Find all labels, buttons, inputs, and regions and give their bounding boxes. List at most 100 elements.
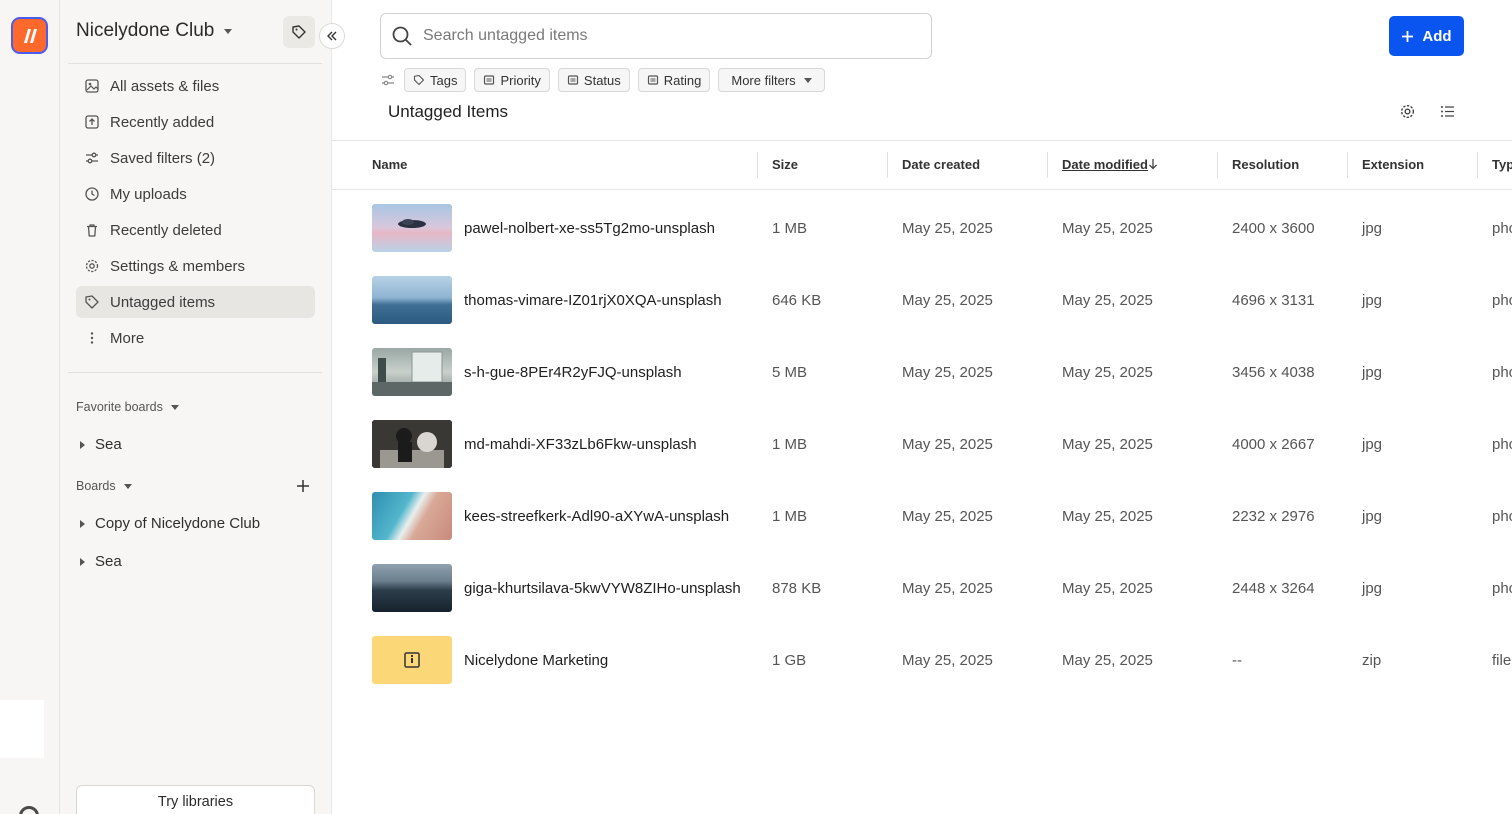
boards-header[interactable]: Boards [76,479,132,493]
sidebar-item-recently-deleted[interactable]: Recently deleted [76,214,315,246]
column-header-extension[interactable]: Extension [1362,157,1424,172]
table-row[interactable]: pawel-nolbert-xe-ss5Tg2mo-unsplash 1 MB … [332,192,1512,264]
clock-icon [85,187,99,201]
column-header-type[interactable]: Typ [1492,157,1512,172]
file-name[interactable]: pawel-nolbert-xe-ss5Tg2mo-unsplash [464,220,715,237]
sort-down-icon[interactable] [1148,158,1158,170]
sidebar-item-my-uploads[interactable]: My uploads [76,178,315,210]
file-name[interactable]: kees-streefkerk-Adl90-aXYwA-unsplash [464,508,729,525]
chevron-down-icon [224,28,233,34]
thumbnail-image[interactable] [372,492,452,540]
favorite-board-sea[interactable]: Sea [80,436,122,453]
file-size: 878 KB [772,580,822,597]
thumbnail-image[interactable] [372,348,452,396]
extension: jpg [1362,292,1383,309]
table-row[interactable]: s-h-gue-8PEr4R2yFJQ-unsplash 5 MB May 25… [332,336,1512,408]
table-row[interactable]: giga-khurtsilava-5kwVYW8ZIHo-unsplash 87… [332,552,1512,624]
favorite-boards-header[interactable]: Favorite boards [76,400,179,414]
add-button[interactable]: Add [1389,16,1464,56]
tag-button[interactable] [283,16,315,48]
column-separator[interactable] [1047,152,1048,178]
gear-icon[interactable] [1399,103,1416,120]
file-name[interactable]: md-mahdi-XF33zLb6Fkw-unsplash [464,436,697,453]
sidebar-nav: All assets & files Recently added Saved … [76,70,315,358]
help-icon[interactable] [19,806,39,814]
sidebar-item-label: All assets & files [110,77,220,95]
search-bar[interactable] [380,13,932,59]
column-separator[interactable] [757,152,758,178]
sidebar-item-untagged[interactable]: Untagged items [76,286,315,318]
column-separator[interactable] [887,152,888,178]
app-rail [0,0,60,814]
filter-label: Rating [663,72,702,88]
file-size: 1 MB [772,220,808,237]
column-header-size[interactable]: Size [772,157,798,172]
more-filters-button[interactable]: More filters [718,68,825,92]
column-header-date-created[interactable]: Date created [902,157,980,172]
try-libraries-button[interactable]: Try libraries [76,785,315,814]
workspace-switcher[interactable]: Nicelydone Club [76,20,233,42]
extension: zip [1362,652,1382,669]
board-copy-of-nicelydone[interactable]: Copy of Nicelydone Club [80,515,260,532]
file-type: pho [1492,508,1512,525]
date-modified: May 25, 2025 [1062,652,1153,669]
date-created: May 25, 2025 [902,292,993,309]
filter-sliders-icon[interactable] [380,72,396,88]
sidebar-item-settings[interactable]: Settings & members [76,250,315,282]
filter-label: Priority [500,72,541,88]
filter-priority[interactable]: Priority [474,68,550,92]
date-created: May 25, 2025 [902,580,993,597]
expand-arrow-icon[interactable] [80,440,85,449]
board-label: Copy of Nicelydone Club [95,515,261,532]
column-header-name[interactable]: Name [372,157,407,172]
extension: jpg [1362,508,1383,525]
thumbnail-folder[interactable] [372,636,452,684]
images-icon [85,79,99,93]
filter-tags[interactable]: Tags [404,68,467,92]
plus-icon[interactable] [294,477,312,495]
file-size: 5 MB [772,364,808,381]
search-input[interactable] [423,27,903,45]
thumbnail-image[interactable] [372,204,452,252]
sidebar-item-more[interactable]: More [76,322,315,354]
file-type: pho [1492,364,1512,381]
sidebar-item-saved-filters[interactable]: Saved filters (2) [76,142,315,174]
file-name[interactable]: giga-khurtsilava-5kwVYW8ZIHo-unsplash [464,580,741,597]
logo-mark-icon [23,28,37,43]
trash-icon [87,224,97,237]
table-row[interactable]: md-mahdi-XF33zLb6Fkw-unsplash 1 MB May 2… [332,408,1512,480]
app-logo[interactable] [11,17,48,54]
table-row[interactable]: kees-streefkerk-Adl90-aXYwA-unsplash 1 M… [332,480,1512,552]
file-name[interactable]: thomas-vimare-IZ01rjX0XQA-unsplash [464,292,722,309]
more-filters-label: More filters [731,72,796,88]
filter-status[interactable]: Status [557,68,630,92]
table-row[interactable]: thomas-vimare-IZ01rjX0XQA-unsplash 646 K… [332,264,1512,336]
sidebar-item-all-assets[interactable]: All assets & files [76,70,315,102]
thumbnail-image[interactable] [372,420,452,468]
boards-title: Boards [76,479,116,493]
column-separator[interactable] [1217,152,1218,178]
column-header-date-modified[interactable]: Date modified [1062,157,1148,172]
sliders-icon [86,152,98,164]
list-view-icon[interactable] [1440,104,1455,119]
column-separator[interactable] [1477,152,1478,178]
sidebar-item-label: More [110,329,145,347]
resolution: 4000 x 2667 [1232,436,1315,453]
column-separator[interactable] [1347,152,1348,178]
chevron-down-icon [170,404,179,410]
sidebar-item-recently-added[interactable]: Recently added [76,106,315,138]
column-header-resolution[interactable]: Resolution [1232,157,1299,172]
expand-arrow-icon[interactable] [80,519,85,528]
table-row[interactable]: Nicelydone Marketing 1 GB May 25, 2025 M… [332,624,1512,696]
filter-rating[interactable]: Rating [637,68,711,92]
thumbnail-image[interactable] [372,564,452,612]
expand-arrow-icon[interactable] [80,557,85,566]
gear-icon [85,259,99,273]
file-name[interactable]: Nicelydone Marketing [464,652,608,669]
thumbnail-image[interactable] [372,276,452,324]
file-name[interactable]: s-h-gue-8PEr4R2yFJQ-unsplash [464,364,682,381]
resolution: 3456 x 4038 [1232,364,1315,381]
collapse-sidebar-button[interactable] [319,23,345,49]
board-sea[interactable]: Sea [80,553,122,570]
sidebar-item-label: Untagged items [110,293,216,311]
